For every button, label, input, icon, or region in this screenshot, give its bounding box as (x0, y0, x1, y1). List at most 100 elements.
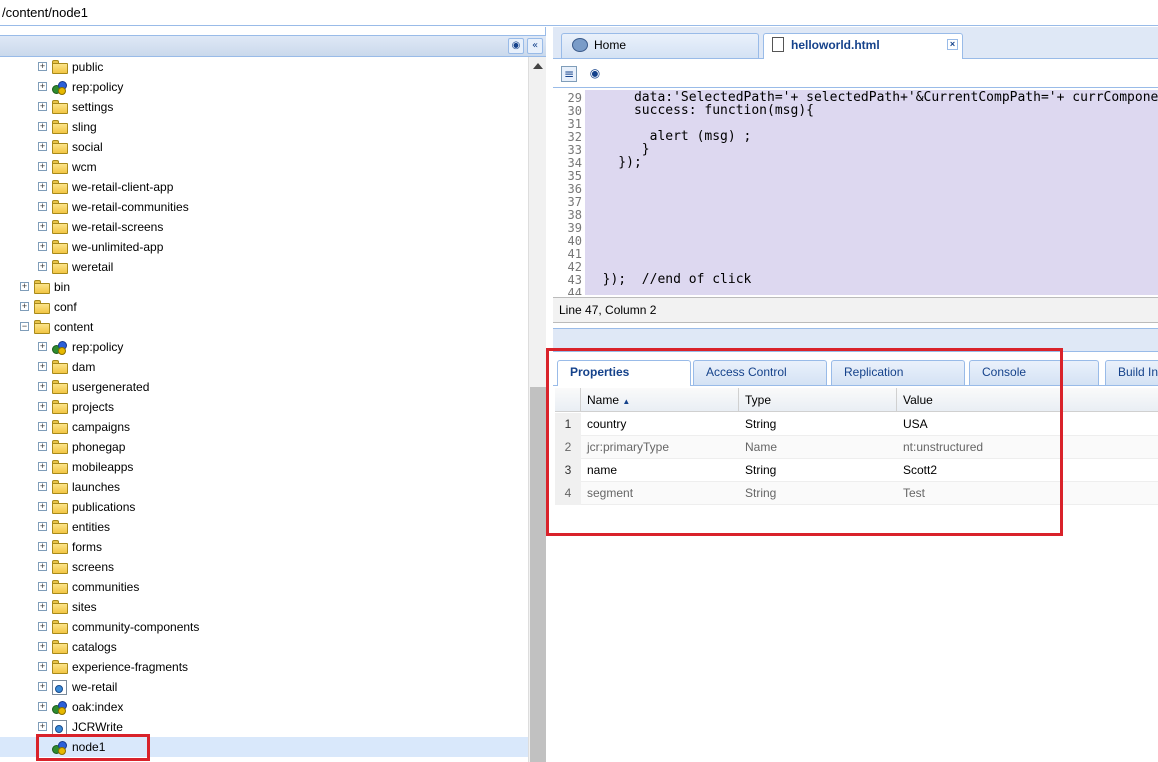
tree-item[interactable]: + public (0, 57, 528, 77)
tree-item-label: entities (72, 520, 111, 534)
tree-item[interactable]: + conf (0, 297, 528, 317)
tree-item[interactable]: + sling (0, 117, 528, 137)
folder-icon (52, 560, 68, 574)
tree-item-label: usergenerated (72, 380, 150, 394)
tree-item[interactable]: + experience-fragments (0, 657, 528, 677)
tree-item[interactable]: + dam (0, 357, 528, 377)
expand-icon[interactable]: + (38, 562, 47, 571)
line-number-gutter: 29 30 31 32 33 34 35 36 37 38 39 40 41 42 43 44 (555, 90, 585, 295)
folder-icon (52, 640, 68, 654)
tree-item-label: campaigns (72, 420, 131, 434)
expand-icon[interactable]: + (38, 542, 47, 551)
scrollbar-thumb[interactable] (530, 387, 546, 762)
expand-icon[interactable]: + (38, 422, 47, 431)
binoculars-icon[interactable]: ◉ (587, 66, 603, 82)
expand-icon[interactable]: + (38, 462, 47, 471)
binoculars-icon[interactable]: ◉ (508, 38, 524, 54)
folder-icon (34, 320, 50, 334)
tree-item-label: we-retail-client-app (72, 180, 174, 194)
code-line: success: function(msg){ (587, 103, 814, 118)
tree-item[interactable]: + rep:policy (0, 337, 528, 357)
tree-item[interactable]: + mobileapps (0, 457, 528, 477)
expand-icon[interactable]: + (38, 622, 47, 631)
tree-item[interactable]: + launches (0, 477, 528, 497)
tree-item[interactable]: + wcm (0, 157, 528, 177)
tree-item-label: launches (72, 480, 121, 494)
tree-item[interactable]: + community-components (0, 617, 528, 637)
expand-icon[interactable]: + (38, 382, 47, 391)
tree-item[interactable]: + social (0, 137, 528, 157)
tree-item-label: rep:policy (72, 340, 124, 354)
expand-icon[interactable]: + (38, 162, 47, 171)
expand-icon[interactable]: + (38, 122, 47, 131)
collapse-icon[interactable]: − (20, 322, 29, 331)
tree-item[interactable]: + screens (0, 557, 528, 577)
expand-icon[interactable]: + (38, 202, 47, 211)
expand-icon[interactable]: + (38, 342, 47, 351)
format-icon[interactable]: ≡ (561, 66, 577, 82)
tree-item[interactable]: + entities (0, 517, 528, 537)
tree-item[interactable]: − content (0, 317, 528, 337)
tree-item-label: sling (72, 120, 97, 134)
tree-item[interactable]: + we-retail-screens (0, 217, 528, 237)
folder-icon (52, 600, 68, 614)
expand-icon[interactable]: + (38, 722, 47, 731)
close-tab-icon[interactable]: × (947, 39, 958, 50)
expand-icon[interactable]: + (38, 642, 47, 651)
tab-home[interactable]: Home (561, 33, 759, 58)
expand-icon[interactable]: + (38, 522, 47, 531)
tree-item[interactable]: + oak:index (0, 697, 528, 717)
expand-icon[interactable]: + (38, 402, 47, 411)
expand-icon[interactable]: + (38, 602, 47, 611)
expand-icon[interactable]: + (38, 682, 47, 691)
expand-icon[interactable]: + (38, 662, 47, 671)
expand-icon[interactable]: + (38, 182, 47, 191)
expand-icon[interactable]: + (38, 262, 47, 271)
expand-icon[interactable]: + (38, 102, 47, 111)
expand-icon[interactable]: + (38, 582, 47, 591)
highlight-box-node (36, 734, 150, 761)
code-editor[interactable]: 29 30 31 32 33 34 35 36 37 38 39 40 41 42 43 44 data:'S… (555, 90, 1158, 295)
line-number: 44 (567, 286, 582, 296)
expand-icon[interactable]: + (38, 222, 47, 231)
scroll-up-arrow-icon[interactable] (533, 63, 543, 69)
code-line: }); //end of click (587, 272, 752, 287)
expand-icon[interactable]: + (20, 282, 29, 291)
tree-item[interactable]: + forms (0, 537, 528, 557)
expand-icon[interactable]: + (38, 82, 47, 91)
expand-icon[interactable]: + (38, 482, 47, 491)
tree-item[interactable]: + publications (0, 497, 528, 517)
tree-item[interactable]: + we-retail (0, 677, 528, 697)
tree-item[interactable]: + projects (0, 397, 528, 417)
expand-icon[interactable]: + (38, 142, 47, 151)
folder-icon (52, 580, 68, 594)
expand-icon[interactable]: + (38, 702, 47, 711)
expand-icon[interactable]: + (38, 242, 47, 251)
expand-icon[interactable]: + (38, 62, 47, 71)
tree-item[interactable]: + we-retail-communities (0, 197, 528, 217)
tree-item[interactable]: + communities (0, 577, 528, 597)
tree-scrollbar[interactable] (528, 57, 546, 762)
path-bar: /content/node1 (0, 0, 1158, 26)
tree-item[interactable]: + phonegap (0, 437, 528, 457)
folder-icon (52, 240, 68, 254)
tab-helloworld[interactable]: helloworld.html × (763, 33, 963, 59)
expand-icon[interactable]: + (20, 302, 29, 311)
tree-item-label: rep:policy (72, 80, 124, 94)
collapse-panel-icon[interactable]: « (527, 38, 543, 54)
expand-icon[interactable]: + (38, 362, 47, 371)
tree-item[interactable]: + sites (0, 597, 528, 617)
property-tab[interactable]: Build In (1105, 360, 1158, 385)
tree-item[interactable]: + campaigns (0, 417, 528, 437)
tree-item[interactable]: + settings (0, 97, 528, 117)
document-icon (772, 37, 784, 52)
tree-item[interactable]: + we-unlimited-app (0, 237, 528, 257)
expand-icon[interactable]: + (38, 502, 47, 511)
tree-item[interactable]: + bin (0, 277, 528, 297)
tree-item[interactable]: + usergenerated (0, 377, 528, 397)
tree-item[interactable]: + catalogs (0, 637, 528, 657)
tree-item[interactable]: + we-retail-client-app (0, 177, 528, 197)
expand-icon[interactable]: + (38, 442, 47, 451)
tree-item[interactable]: + weretail (0, 257, 528, 277)
tree-item[interactable]: + rep:policy (0, 77, 528, 97)
